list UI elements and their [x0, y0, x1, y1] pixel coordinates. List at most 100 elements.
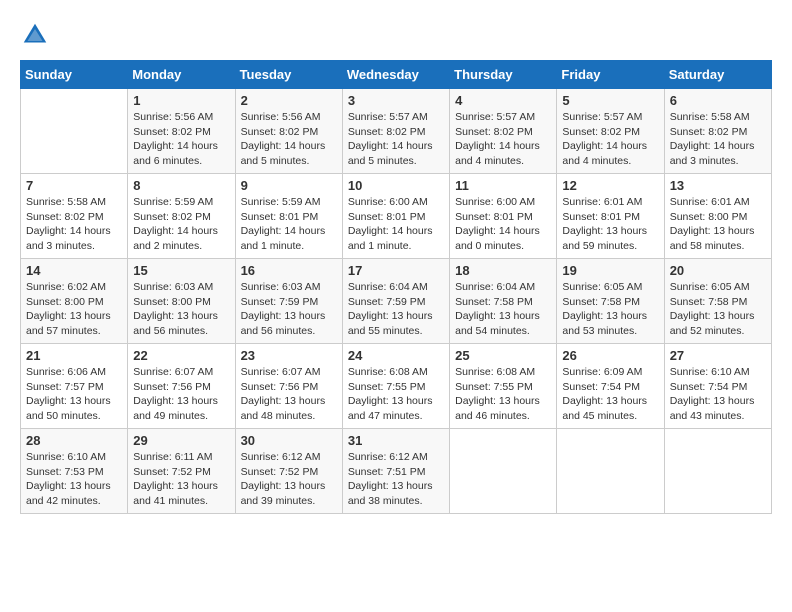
day-info: Sunrise: 6:07 AMSunset: 7:56 PMDaylight:…: [241, 365, 337, 424]
calendar-cell: 7Sunrise: 5:58 AMSunset: 8:02 PMDaylight…: [21, 174, 128, 259]
header-thursday: Thursday: [450, 61, 557, 89]
day-info: Sunrise: 6:12 AMSunset: 7:51 PMDaylight:…: [348, 450, 444, 509]
day-number: 3: [348, 93, 444, 108]
page-header: [20, 20, 772, 50]
calendar-cell: 24 Sunrise: 6:08 AMSunset: 7:55 PMDayligh…: [342, 344, 449, 429]
calendar-cell: 31Sunrise: 6:12 AMSunset: 7:51 PMDayligh…: [342, 429, 449, 514]
day-number: 26: [562, 348, 658, 363]
calendar-header-row: SundayMondayTuesdayWednesdayThursdayFrid…: [21, 61, 772, 89]
day-info: Sunrise: 6:04 AMSunset: 7:58 PMDaylight:…: [455, 280, 551, 339]
header-sunday: Sunday: [21, 61, 128, 89]
day-number: 10: [348, 178, 444, 193]
calendar-cell: [450, 429, 557, 514]
logo: [20, 20, 54, 50]
day-number: 13: [670, 178, 766, 193]
calendar-cell: 26 Sunrise: 6:09 AMSunset: 7:54 PMDayligh…: [557, 344, 664, 429]
calendar-cell: 28 Sunrise: 6:10 AMSunset: 7:53 PMDayligh…: [21, 429, 128, 514]
calendar-week-5: 28 Sunrise: 6:10 AMSunset: 7:53 PMDayligh…: [21, 429, 772, 514]
day-number: 24: [348, 348, 444, 363]
calendar-cell: 9 Sunrise: 5:59 AMSunset: 8:01 PMDaylight…: [235, 174, 342, 259]
calendar-cell: 5 Sunrise: 5:57 AMSunset: 8:02 PMDaylight…: [557, 89, 664, 174]
header-monday: Monday: [128, 61, 235, 89]
day-number: 2: [241, 93, 337, 108]
header-friday: Friday: [557, 61, 664, 89]
day-info: Sunrise: 6:11 AMSunset: 7:52 PMDaylight:…: [133, 450, 229, 509]
calendar-cell: 21Sunrise: 6:06 AMSunset: 7:57 PMDayligh…: [21, 344, 128, 429]
day-number: 20: [670, 263, 766, 278]
calendar-cell: 16Sunrise: 6:03 AMSunset: 7:59 PMDayligh…: [235, 259, 342, 344]
calendar-cell: 3Sunrise: 5:57 AMSunset: 8:02 PMDaylight…: [342, 89, 449, 174]
day-number: 30: [241, 433, 337, 448]
day-info: Sunrise: 5:56 AMSunset: 8:02 PMDaylight:…: [241, 110, 337, 169]
day-info: Sunrise: 6:09 AMSunset: 7:54 PMDaylight:…: [562, 365, 658, 424]
day-info: Sunrise: 6:00 AMSunset: 8:01 PMDaylight:…: [348, 195, 444, 254]
calendar-cell: 23 Sunrise: 6:07 AMSunset: 7:56 PMDayligh…: [235, 344, 342, 429]
calendar-cell: 30 Sunrise: 6:12 AMSunset: 7:52 PMDayligh…: [235, 429, 342, 514]
day-info: Sunrise: 6:06 AMSunset: 7:57 PMDaylight:…: [26, 365, 122, 424]
calendar-cell: 1 Sunrise: 5:56 AMSunset: 8:02 PMDaylight…: [128, 89, 235, 174]
day-info: Sunrise: 6:03 AMSunset: 8:00 PMDaylight:…: [133, 280, 229, 339]
day-number: 29: [133, 433, 229, 448]
day-number: 23: [241, 348, 337, 363]
day-number: 4: [455, 93, 551, 108]
day-number: 28: [26, 433, 122, 448]
day-info: Sunrise: 6:07 AMSunset: 7:56 PMDaylight:…: [133, 365, 229, 424]
calendar-week-4: 21Sunrise: 6:06 AMSunset: 7:57 PMDayligh…: [21, 344, 772, 429]
day-number: 19: [562, 263, 658, 278]
day-number: 17: [348, 263, 444, 278]
day-number: 16: [241, 263, 337, 278]
day-number: 9: [241, 178, 337, 193]
day-info: Sunrise: 5:58 AMSunset: 8:02 PMDaylight:…: [26, 195, 122, 254]
calendar-cell: [664, 429, 771, 514]
calendar-cell: 4 Sunrise: 5:57 AMSunset: 8:02 PMDaylight…: [450, 89, 557, 174]
header-tuesday: Tuesday: [235, 61, 342, 89]
calendar-cell: 12 Sunrise: 6:01 AMSunset: 8:01 PMDayligh…: [557, 174, 664, 259]
day-info: Sunrise: 6:08 AMSunset: 7:55 PMDaylight:…: [348, 365, 444, 424]
calendar-cell: 2 Sunrise: 5:56 AMSunset: 8:02 PMDaylight…: [235, 89, 342, 174]
day-info: Sunrise: 6:12 AMSunset: 7:52 PMDaylight:…: [241, 450, 337, 509]
calendar-cell: 6Sunrise: 5:58 AMSunset: 8:02 PMDaylight…: [664, 89, 771, 174]
day-number: 1: [133, 93, 229, 108]
calendar-week-1: 1 Sunrise: 5:56 AMSunset: 8:02 PMDaylight…: [21, 89, 772, 174]
day-info: Sunrise: 6:08 AMSunset: 7:55 PMDaylight:…: [455, 365, 551, 424]
logo-icon: [20, 20, 50, 50]
day-number: 15: [133, 263, 229, 278]
day-info: Sunrise: 5:58 AMSunset: 8:02 PMDaylight:…: [670, 110, 766, 169]
calendar-table: SundayMondayTuesdayWednesdayThursdayFrid…: [20, 60, 772, 514]
header-saturday: Saturday: [664, 61, 771, 89]
day-number: 14: [26, 263, 122, 278]
day-info: Sunrise: 6:10 AMSunset: 7:53 PMDaylight:…: [26, 450, 122, 509]
day-info: Sunrise: 5:59 AMSunset: 8:02 PMDaylight:…: [133, 195, 229, 254]
day-number: 12: [562, 178, 658, 193]
calendar-cell: 14 Sunrise: 6:02 AMSunset: 8:00 PMDayligh…: [21, 259, 128, 344]
calendar-cell: 13 Sunrise: 6:01 AMSunset: 8:00 PMDayligh…: [664, 174, 771, 259]
day-number: 25: [455, 348, 551, 363]
calendar-cell: 29 Sunrise: 6:11 AMSunset: 7:52 PMDayligh…: [128, 429, 235, 514]
day-number: 22: [133, 348, 229, 363]
day-info: Sunrise: 6:01 AMSunset: 8:01 PMDaylight:…: [562, 195, 658, 254]
day-info: Sunrise: 6:05 AMSunset: 7:58 PMDaylight:…: [562, 280, 658, 339]
calendar-cell: 27Sunrise: 6:10 AMSunset: 7:54 PMDayligh…: [664, 344, 771, 429]
calendar-cell: 10 Sunrise: 6:00 AMSunset: 8:01 PMDayligh…: [342, 174, 449, 259]
day-number: 27: [670, 348, 766, 363]
header-wednesday: Wednesday: [342, 61, 449, 89]
calendar-week-3: 14 Sunrise: 6:02 AMSunset: 8:00 PMDayligh…: [21, 259, 772, 344]
calendar-cell: [21, 89, 128, 174]
day-info: Sunrise: 5:57 AMSunset: 8:02 PMDaylight:…: [562, 110, 658, 169]
day-info: Sunrise: 5:59 AMSunset: 8:01 PMDaylight:…: [241, 195, 337, 254]
day-info: Sunrise: 6:02 AMSunset: 8:00 PMDaylight:…: [26, 280, 122, 339]
calendar-cell: 22 Sunrise: 6:07 AMSunset: 7:56 PMDayligh…: [128, 344, 235, 429]
calendar-cell: 20 Sunrise: 6:05 AMSunset: 7:58 PMDayligh…: [664, 259, 771, 344]
day-number: 18: [455, 263, 551, 278]
day-info: Sunrise: 6:05 AMSunset: 7:58 PMDaylight:…: [670, 280, 766, 339]
calendar-cell: 18 Sunrise: 6:04 AMSunset: 7:58 PMDayligh…: [450, 259, 557, 344]
calendar-cell: 25 Sunrise: 6:08 AMSunset: 7:55 PMDayligh…: [450, 344, 557, 429]
day-info: Sunrise: 6:01 AMSunset: 8:00 PMDaylight:…: [670, 195, 766, 254]
calendar-cell: 17Sunrise: 6:04 AMSunset: 7:59 PMDayligh…: [342, 259, 449, 344]
calendar-cell: 19 Sunrise: 6:05 AMSunset: 7:58 PMDayligh…: [557, 259, 664, 344]
day-info: Sunrise: 6:00 AMSunset: 8:01 PMDaylight:…: [455, 195, 551, 254]
day-number: 11: [455, 178, 551, 193]
day-info: Sunrise: 5:56 AMSunset: 8:02 PMDaylight:…: [133, 110, 229, 169]
day-number: 5: [562, 93, 658, 108]
day-info: Sunrise: 5:57 AMSunset: 8:02 PMDaylight:…: [455, 110, 551, 169]
